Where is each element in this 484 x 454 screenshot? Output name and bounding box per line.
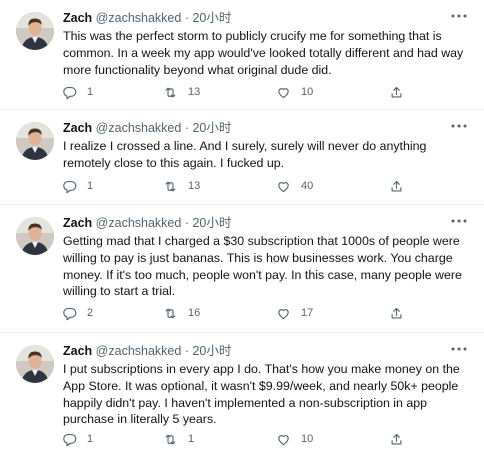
retweet-button[interactable]: 1 <box>163 429 194 449</box>
share-button[interactable] <box>389 82 404 102</box>
share-icon <box>391 86 402 97</box>
share-button[interactable] <box>389 429 404 449</box>
author-handle[interactable]: @zachshakked <box>96 344 182 358</box>
author-name[interactable]: Zach <box>63 344 92 358</box>
heart-icon <box>278 87 289 98</box>
tweet[interactable]: Zach @zachshakked · 20小时 This was the pe… <box>0 0 484 110</box>
retweet-button[interactable]: 16 <box>163 303 200 323</box>
retweet-button[interactable]: 13 <box>163 176 200 196</box>
retweet-icon <box>165 308 176 318</box>
like-count: 10 <box>301 86 314 98</box>
tweet-actions: 1 1 10 <box>56 429 476 449</box>
avatar[interactable] <box>16 345 54 383</box>
avatar[interactable] <box>16 122 54 160</box>
dot-separator: · <box>184 11 189 25</box>
retweet-icon <box>165 181 176 191</box>
like-button[interactable]: 40 <box>276 176 313 196</box>
like-button[interactable]: 10 <box>276 429 313 449</box>
share-button[interactable] <box>389 303 404 323</box>
more-icon[interactable] <box>448 341 470 357</box>
tweet[interactable]: Zach @zachshakked · 20小时 Getting mad tha… <box>0 205 484 333</box>
share-icon <box>391 180 402 191</box>
author-name[interactable]: Zach <box>63 11 92 25</box>
reply-count: 2 <box>87 307 94 319</box>
tweet[interactable]: Zach @zachshakked · 20小时 I put subscript… <box>0 333 484 454</box>
share-icon <box>391 433 402 444</box>
tweet-text: Getting mad that I charged a $30 subscri… <box>63 234 462 299</box>
timestamp[interactable]: 20小时 <box>192 11 231 25</box>
tweet-actions: 2 16 17 <box>56 303 476 323</box>
tweet-header: Zach @zachshakked · 20小时 <box>63 215 231 231</box>
heart-icon <box>278 434 289 445</box>
more-icon[interactable] <box>448 118 470 134</box>
reply-count: 1 <box>87 180 94 192</box>
like-button[interactable]: 17 <box>276 303 313 323</box>
tweet-text: This was the perfect storm to publicly c… <box>63 29 464 77</box>
heart-icon <box>278 308 289 319</box>
share-button[interactable] <box>389 176 404 196</box>
tweet-text: I realize I crossed a line. And I surely… <box>63 139 427 170</box>
author-name[interactable]: Zach <box>63 216 92 230</box>
dot-separator: · <box>184 121 189 135</box>
heart-icon <box>278 181 289 192</box>
avatar[interactable] <box>16 12 54 50</box>
avatar[interactable] <box>16 217 54 255</box>
author-handle[interactable]: @zachshakked <box>96 121 182 135</box>
reply-icon <box>63 433 77 446</box>
reply-button[interactable]: 1 <box>62 82 93 102</box>
like-count: 17 <box>301 307 314 319</box>
tweet-actions: 1 13 40 <box>56 176 476 196</box>
reply-count: 1 <box>87 433 94 445</box>
like-count: 40 <box>301 180 314 192</box>
tweet-header: Zach @zachshakked · 20小时 <box>63 120 231 136</box>
retweet-count: 16 <box>188 307 201 319</box>
reply-icon <box>63 180 77 193</box>
author-name[interactable]: Zach <box>63 121 92 135</box>
share-icon <box>391 307 402 318</box>
dot-separator: · <box>184 344 189 358</box>
tweet-text: I put subscriptions in every app I do. T… <box>63 362 460 427</box>
timestamp[interactable]: 20小时 <box>192 216 231 230</box>
reply-count: 1 <box>87 86 94 98</box>
retweet-icon <box>165 434 176 444</box>
author-handle[interactable]: @zachshakked <box>96 11 182 25</box>
like-button[interactable]: 10 <box>276 82 313 102</box>
retweet-icon <box>165 87 176 97</box>
tweet-actions: 1 13 10 <box>56 82 476 102</box>
reply-button[interactable]: 1 <box>62 176 93 196</box>
timestamp[interactable]: 20小时 <box>192 344 231 358</box>
more-icon[interactable] <box>448 213 470 229</box>
tweet-header: Zach @zachshakked · 20小时 <box>63 343 231 359</box>
more-icon[interactable] <box>448 8 470 24</box>
retweet-count: 1 <box>188 433 195 445</box>
reply-button[interactable]: 1 <box>62 429 93 449</box>
reply-icon <box>63 307 77 320</box>
author-handle[interactable]: @zachshakked <box>96 216 182 230</box>
reply-icon <box>63 86 77 99</box>
tweet-header: Zach @zachshakked · 20小时 <box>63 10 231 26</box>
timestamp[interactable]: 20小时 <box>192 121 231 135</box>
tweet-feed: Zach @zachshakked · 20小时 This was the pe… <box>0 0 484 454</box>
tweet[interactable]: Zach @zachshakked · 20小时 I realize I cro… <box>0 110 484 205</box>
retweet-count: 13 <box>188 180 201 192</box>
retweet-button[interactable]: 13 <box>163 82 200 102</box>
reply-button[interactable]: 2 <box>62 303 93 323</box>
like-count: 10 <box>301 433 314 445</box>
dot-separator: · <box>184 216 189 230</box>
retweet-count: 13 <box>188 86 201 98</box>
